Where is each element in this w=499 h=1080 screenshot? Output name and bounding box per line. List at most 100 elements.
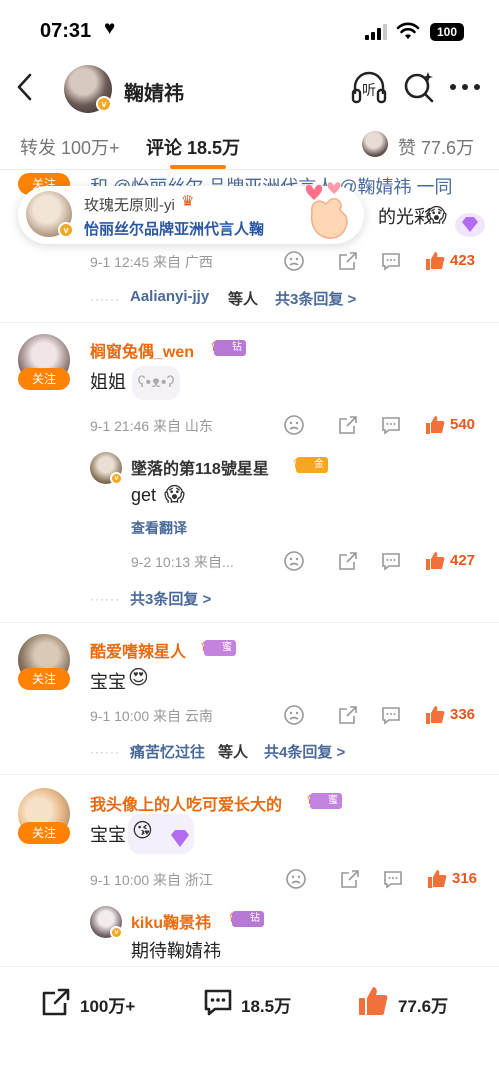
like-count: 423	[450, 252, 476, 269]
comment-text: 宝宝	[90, 825, 126, 845]
tab-active-indicator	[170, 165, 226, 169]
divider	[0, 322, 499, 323]
reply-count-link[interactable]: 共3条回复 >	[275, 288, 356, 309]
reply-users-link[interactable]: Aalianyi-jjy	[130, 288, 209, 305]
bottom-action-bar	[0, 966, 499, 1080]
diamond-sticker-icon	[455, 213, 485, 237]
back-icon[interactable]	[14, 72, 36, 102]
like-icon[interactable]	[424, 704, 446, 726]
comment-meta: 9-1 10:00 来自 云南	[90, 708, 213, 724]
like-count[interactable]: 77.6万	[398, 992, 448, 1017]
bear-sticker-icon: ʕ•ᴥ•ʔ	[132, 366, 180, 400]
verified-badge-icon: v	[96, 96, 112, 112]
emoji-icon: 😱	[426, 205, 447, 227]
more-icon[interactable]	[448, 82, 482, 92]
comment-meta: 9-1 21:46 来自 山东	[90, 418, 213, 434]
share-icon[interactable]	[337, 250, 359, 272]
fan-badge: 金粉2	[296, 457, 328, 502]
like-icon[interactable]	[424, 250, 446, 272]
repost-count[interactable]: 100万+	[80, 992, 135, 1017]
tab-comment[interactable]: 评论 18.5万	[146, 134, 240, 160]
popup-subtitle: 怡丽丝尔品牌亚洲代言人鞠	[84, 221, 265, 238]
comment-meta: 9-1 12:45 来自 广西	[90, 254, 213, 270]
like-count: 427	[450, 552, 476, 569]
fan-badge: 钻粉3	[214, 340, 246, 385]
like-count: 336	[450, 706, 476, 723]
kiss-emoji-icon: 😘	[132, 820, 153, 842]
reply-count-link[interactable]: 共4条回复 >	[264, 741, 345, 762]
like-icon[interactable]	[424, 414, 446, 436]
comment-text-line2: 的光彩	[378, 207, 432, 227]
comment-author[interactable]: 榈窗兔偶_wen	[90, 338, 194, 362]
popup-username: 玫瑰无原则-yi	[84, 197, 175, 214]
share-icon[interactable]	[339, 868, 361, 890]
page-title[interactable]: 鞠婧祎	[124, 77, 184, 106]
listen-label[interactable]: 听	[362, 80, 376, 100]
comment-icon[interactable]	[380, 414, 402, 436]
comment-meta: 9-1 10:00 来自 浙江	[90, 872, 213, 888]
signal-icon	[365, 24, 387, 40]
divider	[0, 622, 499, 623]
comment-icon[interactable]	[382, 868, 404, 890]
sad-face-icon[interactable]	[283, 414, 305, 436]
follow-button[interactable]: 关注	[18, 822, 70, 844]
fan-badge: 蜜橘宝宝	[204, 640, 236, 701]
diamond-sticker-icon	[171, 830, 189, 847]
reply-text: get	[131, 485, 157, 505]
heart-eyes-emoji-icon: 😍	[128, 667, 149, 689]
comment-count[interactable]: 18.5万	[241, 992, 291, 1017]
like-icon[interactable]	[356, 984, 390, 1018]
follow-button[interactable]: 关注	[18, 668, 70, 690]
like-count: 316	[452, 870, 478, 887]
reply-users-link[interactable]: 痛苦忆过往	[130, 741, 205, 762]
verified-badge-icon: v	[110, 926, 123, 939]
translate-link[interactable]: 查看翻译	[131, 518, 187, 538]
reply-text: 期待鞠婧祎	[131, 941, 221, 961]
tab-like[interactable]: 赞 77.6万	[398, 134, 474, 160]
comment-icon[interactable]	[380, 250, 402, 272]
like-icon[interactable]	[424, 550, 446, 572]
reply-dots: ······	[90, 292, 120, 306]
reply-meta: 9-2 10:13 来自...	[131, 554, 234, 570]
comment-text: 宝宝	[90, 672, 126, 692]
comment-author[interactable]: 我头像上的人吃可爱长大的	[90, 791, 282, 815]
share-icon[interactable]	[337, 550, 359, 572]
emoji-icon: 😱	[164, 484, 185, 506]
crown-icon: ♛	[181, 193, 195, 210]
share-icon[interactable]	[337, 704, 359, 726]
search-icon[interactable]	[403, 70, 435, 104]
comment-icon[interactable]	[380, 550, 402, 572]
follow-button[interactable]: 关注	[18, 368, 70, 390]
tab-repost[interactable]: 转发 100万+	[20, 134, 120, 160]
like-icon[interactable]	[426, 868, 448, 890]
sad-face-icon[interactable]	[285, 868, 307, 890]
sad-face-icon[interactable]	[283, 550, 305, 572]
comment-icon[interactable]	[380, 704, 402, 726]
wifi-icon	[396, 22, 420, 39]
reply-suffix: 等人	[218, 744, 249, 761]
heart-icon: ♥	[104, 18, 116, 39]
battery-icon: 100	[430, 23, 464, 41]
share-icon[interactable]	[337, 414, 359, 436]
sad-face-icon[interactable]	[283, 704, 305, 726]
like-count: 540	[450, 416, 476, 433]
comment-icon[interactable]	[202, 986, 234, 1018]
reply-count-link[interactable]: 共3条回复 >	[130, 588, 211, 609]
like-avatar	[362, 131, 388, 157]
fan-badge: 蜜橘宝宝	[310, 793, 342, 854]
comment-text: 姐姐	[90, 372, 126, 392]
verified-badge-icon: v	[110, 472, 123, 485]
comment-author[interactable]: 酷爱嗜辣星人	[90, 638, 186, 662]
reply-dots: ······	[90, 745, 120, 759]
share-icon[interactable]	[40, 986, 72, 1018]
reply-dots: ······	[90, 592, 120, 606]
divider	[0, 774, 499, 775]
heart-hand-icon	[305, 182, 348, 239]
reply-author[interactable]: kiku鞠景祎	[131, 909, 211, 933]
reply-suffix: 等人	[228, 291, 259, 308]
verified-badge-icon: v	[58, 222, 74, 238]
sad-face-icon[interactable]	[283, 250, 305, 272]
fan-badge: 钻粉2	[232, 911, 264, 956]
reply-author[interactable]: 墜落的第118號星星	[131, 455, 269, 479]
status-time: 07:31	[40, 20, 92, 42]
